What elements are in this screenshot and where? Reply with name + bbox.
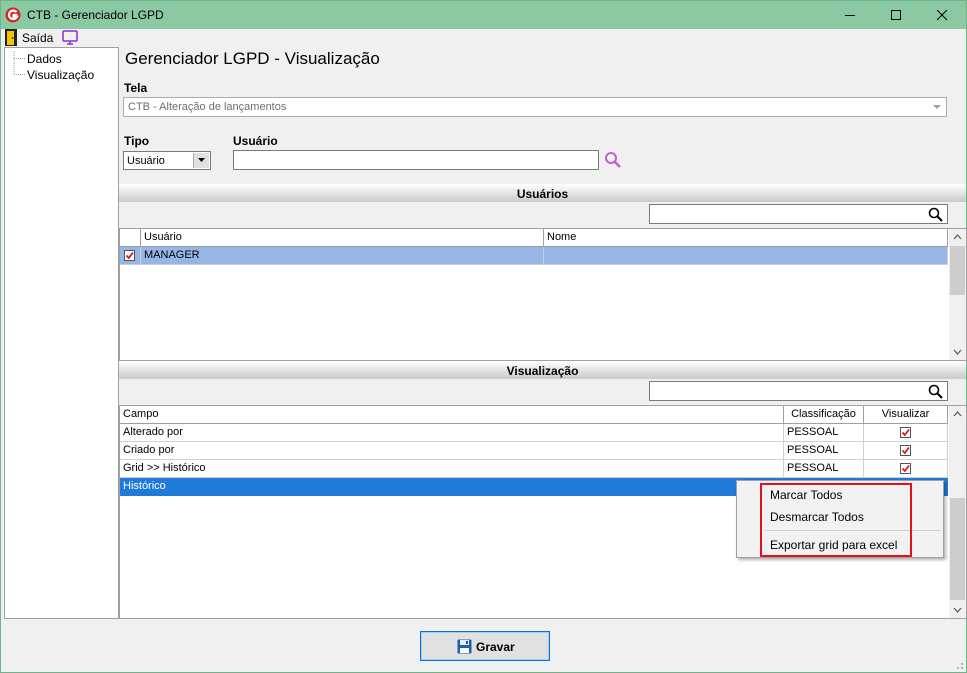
- cell-classificacao: PESSOAL: [784, 460, 864, 478]
- visualizar-checkbox[interactable]: [900, 444, 911, 456]
- chevron-down-icon: [933, 105, 941, 109]
- close-icon: [937, 10, 948, 21]
- users-grid: Usuário Nome MANAGER: [119, 228, 967, 361]
- tree-connector-icon: [13, 51, 25, 66]
- search-icon[interactable]: [928, 207, 944, 223]
- menu-bar: Saída: [1, 29, 966, 47]
- grid-header-campo[interactable]: Campo: [120, 406, 784, 424]
- grid-header-check: [120, 229, 141, 247]
- tree-item-label: Visualização: [27, 68, 95, 82]
- tipo-label: Tipo: [124, 134, 150, 148]
- visualizar-checkbox[interactable]: [900, 462, 911, 474]
- users-section-header: Usuários: [119, 184, 966, 202]
- checkmark-icon: [901, 428, 910, 436]
- cell-visualizar[interactable]: [864, 424, 948, 442]
- grid-header-classificacao[interactable]: Classificação: [784, 406, 864, 424]
- tipo-select[interactable]: Usuário: [123, 151, 211, 170]
- cell-campo: Criado por: [120, 442, 784, 460]
- visualizar-checkbox[interactable]: [900, 426, 911, 438]
- cell-usuario: MANAGER: [141, 247, 544, 265]
- users-grid-scrollbar[interactable]: [949, 229, 966, 360]
- checkmark-icon: [125, 251, 134, 259]
- monitor-icon[interactable]: [62, 30, 78, 45]
- tela-select-value: CTB - Alteração de lançamentos: [128, 101, 287, 113]
- scroll-thumb[interactable]: [950, 246, 965, 295]
- minimize-button[interactable]: [828, 1, 874, 29]
- scroll-up-icon[interactable]: [949, 229, 966, 246]
- tela-select[interactable]: CTB - Alteração de lançamentos: [123, 97, 947, 117]
- tree-item-label: Dados: [27, 52, 62, 66]
- window-title: CTB - Gerenciador LGPD: [27, 8, 164, 22]
- maximize-button[interactable]: [874, 1, 920, 29]
- cell-classificacao: PESSOAL: [784, 424, 864, 442]
- usuario-input[interactable]: [233, 150, 599, 170]
- scroll-down-icon[interactable]: [949, 601, 966, 618]
- usuario-label: Usuário: [233, 134, 278, 148]
- tipo-select-value: Usuário: [127, 155, 165, 167]
- save-button[interactable]: Gravar: [420, 631, 550, 661]
- grid-header-visualizar[interactable]: Visualizar: [864, 406, 948, 424]
- view-filter-input[interactable]: [649, 381, 948, 401]
- search-icon[interactable]: [604, 151, 622, 169]
- view-section-header: Visualização: [119, 361, 966, 379]
- save-button-label: Gravar: [476, 640, 515, 654]
- checkmark-icon: [901, 464, 910, 472]
- grid-header-nome[interactable]: Nome: [544, 229, 948, 247]
- scroll-up-icon[interactable]: [949, 406, 966, 423]
- close-button[interactable]: [920, 1, 966, 29]
- app-window: CTB - Gerenciador LGPD Saída Dados Visua…: [0, 0, 967, 673]
- tree-connector-icon: [13, 67, 25, 75]
- checkmark-icon: [901, 446, 910, 454]
- page-title: Gerenciador LGPD - Visualização: [125, 49, 380, 68]
- cell-campo: Histórico: [120, 478, 784, 496]
- view-grid-scrollbar[interactable]: [949, 406, 966, 618]
- tipo-dropdown-button[interactable]: [193, 153, 209, 168]
- search-icon[interactable]: [928, 384, 944, 400]
- resize-grip-icon[interactable]: [954, 660, 964, 670]
- title-bar[interactable]: CTB - Gerenciador LGPD: [1, 1, 966, 29]
- grid-header-usuario[interactable]: Usuário: [141, 229, 544, 247]
- cell-visualizar[interactable]: [864, 442, 948, 460]
- users-filter-input[interactable]: [649, 204, 948, 224]
- save-disk-icon: [457, 639, 472, 654]
- row-checkbox-cell[interactable]: [120, 247, 141, 265]
- app-logo-icon: [5, 7, 21, 23]
- row-checkbox[interactable]: [124, 249, 135, 261]
- chevron-down-icon: [198, 158, 205, 162]
- tela-label: Tela: [124, 81, 148, 95]
- scroll-down-icon[interactable]: [949, 343, 966, 360]
- maximize-icon: [891, 10, 901, 20]
- cell-campo: Grid >> Histórico: [120, 460, 784, 478]
- scroll-thumb[interactable]: [950, 498, 965, 600]
- cell-visualizar[interactable]: [864, 460, 948, 478]
- cell-nome: [544, 247, 948, 265]
- highlight-box: [760, 483, 912, 557]
- exit-door-icon[interactable]: [5, 29, 17, 46]
- minimize-icon: [845, 15, 855, 16]
- navigation-tree: Dados Visualização: [4, 47, 119, 619]
- cell-classificacao: PESSOAL: [784, 442, 864, 460]
- exit-menu-item[interactable]: Saída: [22, 31, 53, 45]
- cell-campo: Alterado por: [120, 424, 784, 442]
